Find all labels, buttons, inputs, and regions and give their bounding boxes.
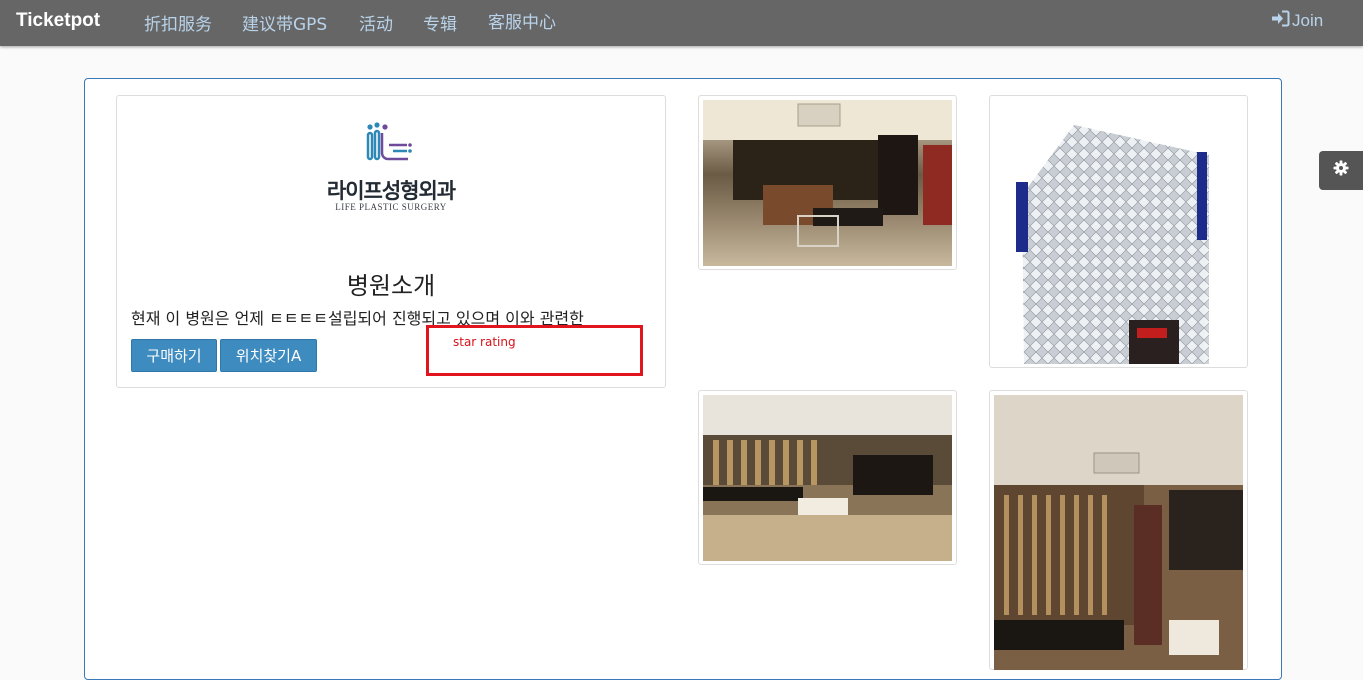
nav-link-gps[interactable]: 建议带GPS bbox=[242, 10, 327, 35]
lobby-photo bbox=[703, 100, 952, 266]
join-button[interactable]: Join bbox=[1271, 10, 1323, 32]
lobby-photo-thumbnail[interactable] bbox=[698, 95, 957, 270]
building-exterior-photo bbox=[994, 100, 1243, 364]
building-exterior-photo-thumbnail[interactable] bbox=[989, 95, 1248, 368]
nav-link-events[interactable]: 活动 bbox=[359, 10, 393, 35]
buy-button[interactable]: 구매하기 bbox=[131, 339, 217, 372]
reception-photo-thumbnail[interactable] bbox=[698, 390, 957, 565]
gear-icon bbox=[1333, 160, 1349, 181]
brand-logo-text[interactable]: Ticketpot bbox=[16, 10, 100, 32]
card-title: 병원소개 bbox=[346, 272, 436, 300]
sign-in-icon bbox=[1271, 10, 1290, 32]
nav-link-albums[interactable]: 专辑 bbox=[423, 10, 457, 35]
logo-english-text: LIFE PLASTIC SURGERY bbox=[335, 202, 447, 212]
reception-photo bbox=[703, 395, 952, 561]
find-location-button[interactable]: 위치찾기A bbox=[220, 339, 317, 372]
top-navbar: Ticketpot 折扣服务 建议带GPS 活动 专辑 客服中心 Join bbox=[0, 0, 1363, 46]
nav-link-customer-service[interactable]: 客服中心 bbox=[488, 8, 556, 33]
settings-panel-toggle[interactable] bbox=[1319, 151, 1363, 190]
star-rating-label: star rating bbox=[453, 335, 516, 349]
lounge-photo bbox=[994, 395, 1243, 670]
logo-korean-text: 라이프성형외과 bbox=[326, 179, 456, 203]
nav-link-discount-service[interactable]: 折扣服务 bbox=[144, 10, 212, 35]
lounge-photo-thumbnail[interactable] bbox=[989, 390, 1248, 670]
star-rating-box: star rating bbox=[426, 325, 643, 376]
join-label: Join bbox=[1292, 11, 1324, 30]
